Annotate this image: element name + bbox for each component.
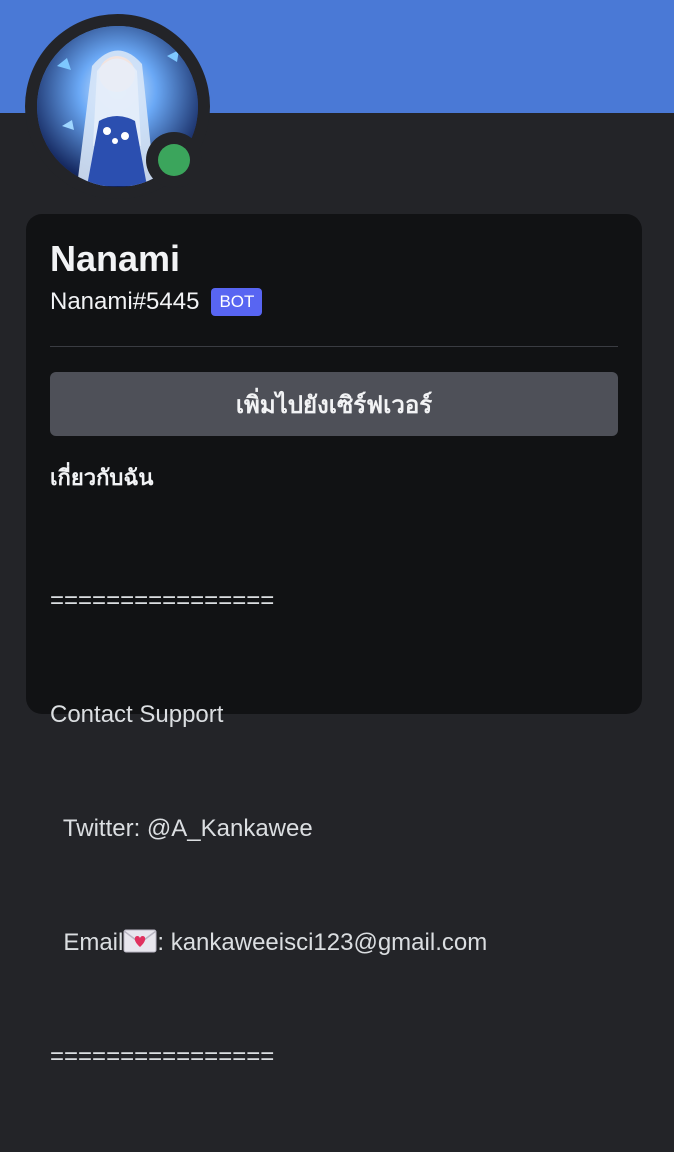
online-status-icon <box>158 144 190 176</box>
bot-badge: BOT <box>211 288 263 316</box>
bio-line-email: Email : kankaweeisci123@gmail.com <box>50 924 487 962</box>
profile-card: Nanami Nanami#5445 BOT เพิ่มไปยังเซิร์ฟเ… <box>26 214 642 1070</box>
add-to-server-button[interactable]: เพิ่มไปยังเซิร์ฟเวอร์ <box>50 372 618 436</box>
about-me-heading: เกี่ยวกับฉัน <box>50 466 154 491</box>
username: Nanami#5445 <box>50 288 200 315</box>
status-indicator <box>146 132 202 188</box>
bio-line: Twitter: @A_Kankawee <box>50 815 313 842</box>
divider <box>50 346 618 347</box>
username-row: Nanami#5445 BOT <box>50 288 263 316</box>
display-name: Nanami <box>50 238 181 279</box>
love-letter-icon <box>123 927 157 953</box>
bio-line: ================ <box>50 1043 275 1070</box>
about-me-text: ================ Contact Support Twitter… <box>50 506 487 1152</box>
bio-text: Email <box>50 929 124 956</box>
bio-line: Contact Support <box>50 701 224 728</box>
bio-text: : kankaweeisci123@gmail.com <box>157 929 488 956</box>
bio-line: ================ <box>50 587 275 614</box>
